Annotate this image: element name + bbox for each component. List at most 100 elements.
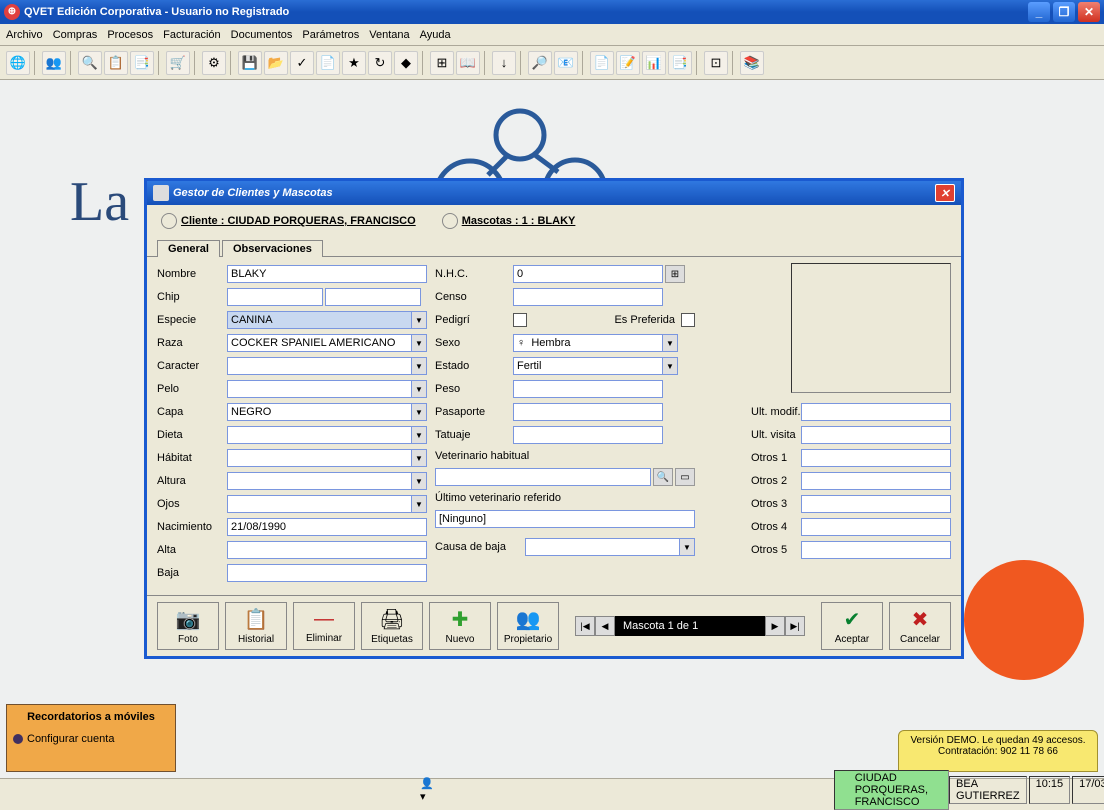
nhc-button[interactable]: ⊞ [665, 265, 685, 283]
chevron-down-icon[interactable]: ▼ [662, 357, 678, 375]
select-especie[interactable] [227, 311, 411, 329]
toolbar-btn-22[interactable]: 📊 [642, 51, 666, 75]
chevron-down-icon[interactable]: ▼ [411, 403, 427, 421]
toolbar-btn-1[interactable]: 🌐 [6, 51, 30, 75]
chevron-down-icon[interactable]: ▼ [411, 472, 427, 490]
nav-prev-button[interactable]: ◀ [595, 616, 615, 636]
chevron-down-icon[interactable]: ▼ [679, 538, 695, 556]
chevron-down-icon[interactable]: ▼ [411, 334, 427, 352]
input-pasaporte[interactable] [513, 403, 663, 421]
input-otros2[interactable] [801, 472, 951, 490]
select-dieta[interactable] [227, 426, 411, 444]
input-vethab[interactable] [435, 468, 651, 486]
checkbox-preferida[interactable] [681, 313, 695, 327]
select-pelo[interactable] [227, 380, 411, 398]
select-estado[interactable] [513, 357, 662, 375]
chevron-down-icon[interactable]: ▼ [411, 495, 427, 513]
menu-ventana[interactable]: Ventana [369, 29, 409, 41]
input-ultmodif[interactable] [801, 403, 951, 421]
client-tab[interactable]: Cliente : CIUDAD PORQUERAS, FRANCISCO [155, 209, 422, 235]
minimize-button[interactable]: _ [1028, 2, 1050, 22]
toolbar-btn-13[interactable]: ↻ [368, 51, 392, 75]
pets-tab[interactable]: Mascotas : 1 : BLAKY [436, 209, 582, 235]
input-nacimiento[interactable] [227, 518, 427, 536]
menu-procesos[interactable]: Procesos [107, 29, 153, 41]
toolbar-btn-19[interactable]: 📧 [554, 51, 578, 75]
menu-documentos[interactable]: Documentos [231, 29, 293, 41]
select-capa[interactable] [227, 403, 411, 421]
toolbar-btn-14[interactable]: ◆ [394, 51, 418, 75]
menu-archivo[interactable]: Archivo [6, 29, 43, 41]
toolbar-btn-10[interactable]: ✓ [290, 51, 314, 75]
toolbar-btn-2[interactable]: 👥 [42, 51, 66, 75]
eliminar-button[interactable]: —Eliminar [293, 602, 355, 650]
select-ojos[interactable] [227, 495, 411, 513]
tab-general[interactable]: General [157, 240, 220, 257]
input-otros1[interactable] [801, 449, 951, 467]
nuevo-button[interactable]: ✚Nuevo [429, 602, 491, 650]
nav-first-button[interactable]: |◀ [575, 616, 595, 636]
input-nhc[interactable] [513, 265, 663, 283]
input-otros4[interactable] [801, 518, 951, 536]
dialog-close-button[interactable]: ✕ [935, 184, 955, 202]
toolbar-btn-23[interactable]: 📑 [668, 51, 692, 75]
toolbar-btn-9[interactable]: 📂 [264, 51, 288, 75]
select-caracter[interactable] [227, 357, 411, 375]
toolbar-btn-6[interactable]: 🛒 [166, 51, 190, 75]
toolbar-btn-24[interactable]: ⊡ [704, 51, 728, 75]
toolbar-btn-20[interactable]: 📄 [590, 51, 614, 75]
close-button[interactable]: ✕ [1078, 2, 1100, 22]
select-habitat[interactable] [227, 449, 411, 467]
toolbar-btn-7[interactable]: ⚙ [202, 51, 226, 75]
chevron-down-icon[interactable]: ▼ [411, 357, 427, 375]
chevron-down-icon[interactable]: ▼ [662, 334, 678, 352]
chevron-down-icon[interactable]: ▼ [411, 311, 427, 329]
reminders-config-link[interactable]: Configurar cuenta [13, 733, 169, 745]
nav-last-button[interactable]: ▶| [785, 616, 805, 636]
input-censo[interactable] [513, 288, 663, 306]
toolbar-btn-4[interactable]: 📋 [104, 51, 128, 75]
toolbar-btn-18[interactable]: 🔎 [528, 51, 552, 75]
toolbar-btn-16[interactable]: 📖 [456, 51, 480, 75]
historial-button[interactable]: 📋Historial [225, 602, 287, 650]
input-chip-1[interactable] [227, 288, 323, 306]
foto-button[interactable]: 📷Foto [157, 602, 219, 650]
menu-facturacion[interactable]: Facturación [163, 29, 220, 41]
checkbox-pedigri[interactable] [513, 313, 527, 327]
propietario-button[interactable]: 👥Propietario [497, 602, 559, 650]
input-alta[interactable] [227, 541, 427, 559]
toolbar-btn-12[interactable]: ★ [342, 51, 366, 75]
input-nombre[interactable] [227, 265, 427, 283]
select-sexo[interactable] [513, 334, 662, 352]
etiquetas-button[interactable]: 🖨Etiquetas [361, 602, 423, 650]
input-tatuaje[interactable] [513, 426, 663, 444]
select-altura[interactable] [227, 472, 411, 490]
menu-compras[interactable]: Compras [53, 29, 98, 41]
toolbar-btn-21[interactable]: 📝 [616, 51, 640, 75]
input-peso[interactable] [513, 380, 663, 398]
nav-next-button[interactable]: ▶ [765, 616, 785, 636]
tab-observaciones[interactable]: Observaciones [222, 240, 323, 257]
toolbar-btn-8[interactable]: 💾 [238, 51, 262, 75]
toolbar-btn-3[interactable]: 🔍 [78, 51, 102, 75]
select-causabaja[interactable] [525, 538, 679, 556]
toolbar-btn-11[interactable]: 📄 [316, 51, 340, 75]
toolbar-btn-5[interactable]: 📑 [130, 51, 154, 75]
input-chip-2[interactable] [325, 288, 421, 306]
input-baja[interactable] [227, 564, 427, 582]
toolbar-btn-15[interactable]: ⊞ [430, 51, 454, 75]
aceptar-button[interactable]: ✔Aceptar [821, 602, 883, 650]
cancelar-button[interactable]: ✖Cancelar [889, 602, 951, 650]
menu-parametros[interactable]: Parámetros [302, 29, 359, 41]
search-icon[interactable]: 🔍 [653, 468, 673, 486]
input-ultref[interactable] [435, 510, 695, 528]
toolbar-btn-25[interactable]: 📚 [740, 51, 764, 75]
input-otros5[interactable] [801, 541, 951, 559]
menu-ayuda[interactable]: Ayuda [420, 29, 451, 41]
input-ultvisita[interactable] [801, 426, 951, 444]
card-icon[interactable]: ▭ [675, 468, 695, 486]
chevron-down-icon[interactable]: ▼ [411, 426, 427, 444]
input-otros3[interactable] [801, 495, 951, 513]
toolbar-btn-17[interactable]: ↓ [492, 51, 516, 75]
maximize-button[interactable]: ❐ [1053, 2, 1075, 22]
